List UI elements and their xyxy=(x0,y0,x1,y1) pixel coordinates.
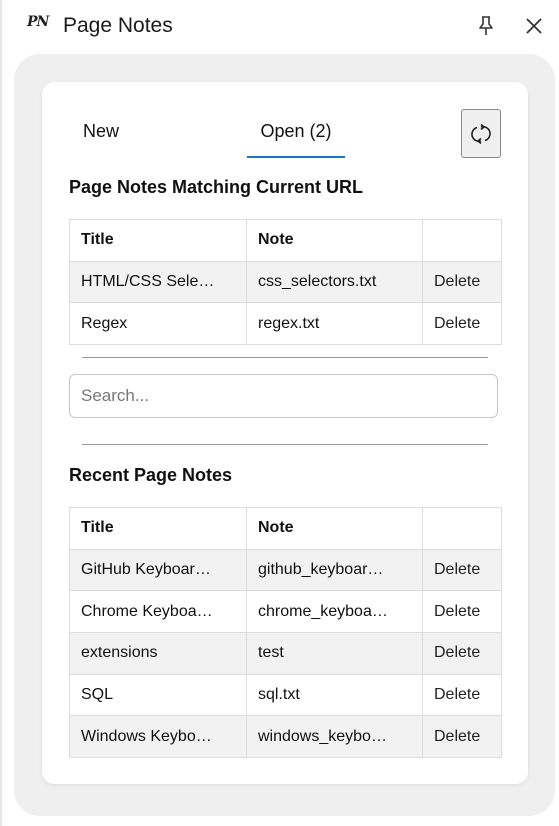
refresh-icon xyxy=(471,123,491,144)
search-input[interactable] xyxy=(69,374,498,418)
table-header-row: Title Note xyxy=(69,507,502,550)
close-icon xyxy=(526,18,542,34)
note-file[interactable]: css_selectors.txt xyxy=(246,260,423,304)
delete-button[interactable]: Delete xyxy=(422,302,502,346)
delete-button[interactable]: Delete xyxy=(422,548,502,592)
refresh-button[interactable] xyxy=(461,109,501,158)
table-row[interactable]: SQL sql.txt Delete xyxy=(69,673,502,717)
table-row[interactable]: HTML/CSS Sele… css_selectors.txt Delete xyxy=(69,260,502,304)
matching-notes-table: Title Note HTML/CSS Sele… css_selectors.… xyxy=(69,219,502,346)
pin-button[interactable] xyxy=(474,14,498,38)
table-row[interactable]: GitHub Keyboar… github_keyboar… Delete xyxy=(69,548,502,592)
app-logo: PN xyxy=(27,14,49,30)
note-file[interactable]: github_keyboar… xyxy=(246,548,423,592)
table-row[interactable]: Chrome Keyboa… chrome_keyboa… Delete xyxy=(69,590,502,634)
table-header-row: Title Note xyxy=(69,219,502,262)
divider xyxy=(82,444,488,445)
column-header-action xyxy=(422,507,502,550)
note-title[interactable]: GitHub Keyboar… xyxy=(69,548,247,592)
note-file[interactable]: regex.txt xyxy=(246,302,423,346)
column-header-action xyxy=(422,219,502,262)
close-button[interactable] xyxy=(522,14,546,38)
note-title[interactable]: Chrome Keyboa… xyxy=(69,590,247,634)
delete-button[interactable]: Delete xyxy=(422,632,502,675)
delete-button[interactable]: Delete xyxy=(422,673,502,717)
recent-notes-table: Title Note GitHub Keyboar… github_keyboa… xyxy=(69,507,502,759)
tab-open[interactable]: Open (2) xyxy=(247,110,345,158)
app-title: Page Notes xyxy=(63,14,173,37)
column-header-note: Note xyxy=(246,219,423,262)
note-file[interactable]: test xyxy=(246,632,423,675)
delete-button[interactable]: Delete xyxy=(422,590,502,634)
column-header-title: Title xyxy=(69,219,247,262)
delete-button[interactable]: Delete xyxy=(422,715,502,759)
pin-icon xyxy=(479,16,493,35)
column-header-note: Note xyxy=(246,507,423,550)
table-row[interactable]: extensions test Delete xyxy=(69,632,502,675)
table-row[interactable]: Windows Keybo… windows_keybo… Delete xyxy=(69,715,502,759)
note-title[interactable]: HTML/CSS Sele… xyxy=(69,260,247,304)
tab-open-label: Open (2) xyxy=(260,121,332,141)
note-title[interactable]: Windows Keybo… xyxy=(69,715,247,759)
recent-notes-heading: Recent Page Notes xyxy=(69,465,233,485)
table-row[interactable]: Regex regex.txt Delete xyxy=(69,302,502,346)
delete-button[interactable]: Delete xyxy=(422,260,502,304)
tab-new[interactable]: New xyxy=(83,121,119,142)
note-title[interactable]: SQL xyxy=(69,673,247,717)
column-header-title: Title xyxy=(69,507,247,550)
note-title[interactable]: extensions xyxy=(69,632,247,675)
note-file[interactable]: chrome_keyboa… xyxy=(246,590,423,634)
title-bar: PN Page Notes xyxy=(0,0,559,54)
note-file[interactable]: windows_keybo… xyxy=(246,715,423,759)
note-file[interactable]: sql.txt xyxy=(246,673,423,717)
divider xyxy=(82,357,488,358)
window-edge xyxy=(0,0,2,826)
note-title[interactable]: Regex xyxy=(69,302,247,346)
matching-notes-heading: Page Notes Matching Current URL xyxy=(69,177,364,197)
